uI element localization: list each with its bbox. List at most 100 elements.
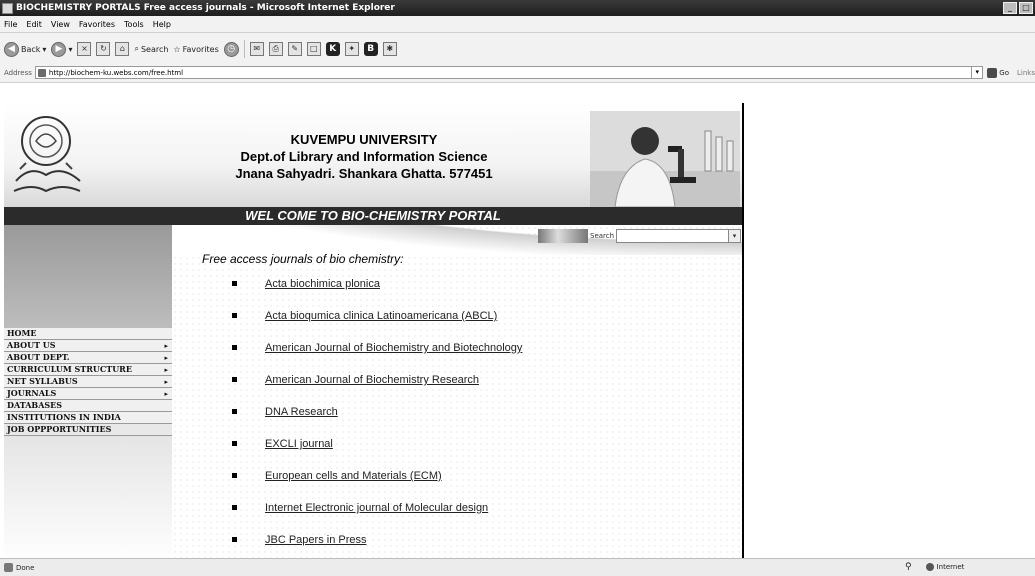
forward-button[interactable]: ▶ ▾ <box>51 41 73 57</box>
list-item: EXCLI journal <box>232 435 732 467</box>
department-name: Dept.of Library and Information Science <box>240 149 488 164</box>
page-header: KUVEMPU UNIVERSITY Dept.of Library and I… <box>4 103 742 207</box>
sidebar-item-journals[interactable]: JOURNALS ▸ <box>4 388 172 400</box>
edit-icon[interactable]: ✎ <box>287 42 302 56</box>
sidebar-item-label: CURRICULUM STRUCTURE <box>7 364 132 374</box>
sidebar-item-about-us[interactable]: ABOUT US ▸ <box>4 340 172 352</box>
search-select[interactable]: ▾ <box>616 229 742 243</box>
chevron-down-icon: ▾ <box>42 44 47 54</box>
journal-link[interactable]: DNA Research <box>265 406 338 418</box>
journal-link[interactable]: American Journal of Biochemistry and Bio… <box>265 342 522 354</box>
stop-icon[interactable]: × <box>77 42 92 56</box>
go-arrow-icon <box>987 67 998 78</box>
favorites-button[interactable]: ☆ Favorites <box>173 45 218 54</box>
minimize-button[interactable]: _ <box>1003 2 1017 14</box>
page-viewport: KUVEMPU UNIVERSITY Dept.of Library and I… <box>0 83 1035 558</box>
bullet-icon <box>232 377 237 382</box>
journal-link[interactable]: European cells and Materials (ECM) <box>265 470 442 482</box>
journal-link[interactable]: Internet Electronic journal of Molecular… <box>265 502 488 514</box>
refresh-icon[interactable]: ↻ <box>96 42 111 56</box>
address-bar: Address http://biochem-ku.webs.com/free.… <box>0 63 1035 82</box>
submenu-arrow-icon: ▸ <box>164 389 168 398</box>
bullet-icon <box>232 473 237 478</box>
messenger-icon[interactable]: ✦ <box>344 42 359 56</box>
discuss-icon[interactable]: □ <box>306 42 321 56</box>
scientist-microscope-image <box>590 111 740 207</box>
k-addon-icon[interactable]: K <box>325 42 340 56</box>
sidebar-item-curriculum-structure[interactable]: CURRICULUM STRUCTURE ▸ <box>4 364 172 376</box>
toolbar-separator <box>243 40 245 58</box>
window-title: BIOCHEMISTRY PORTALS Free access journal… <box>16 3 395 13</box>
menu-file[interactable]: File <box>4 20 17 29</box>
submenu-arrow-icon: ▸ <box>164 341 168 350</box>
back-label: Back <box>21 44 41 54</box>
search-button[interactable]: ⌕ Search <box>134 44 168 54</box>
university-title-block: KUVEMPU UNIVERSITY Dept.of Library and I… <box>194 131 534 182</box>
print-icon[interactable]: ⎙ <box>268 42 283 56</box>
list-item: DNA Research <box>232 403 732 435</box>
chevron-down-icon[interactable]: ▾ <box>971 67 982 78</box>
history-icon[interactable]: ◷ <box>223 41 239 57</box>
menu-favorites[interactable]: Favorites <box>79 20 115 29</box>
journal-link[interactable]: Acta bioqumica clinica Latinoamericana (… <box>265 310 497 322</box>
bullet-icon <box>232 313 237 318</box>
chevron-down-icon[interactable]: ▾ <box>728 230 741 242</box>
star-icon: ☆ <box>173 44 181 54</box>
menu-tools[interactable]: Tools <box>124 20 144 29</box>
address-input[interactable]: http://biochem-ku.webs.com/free.html ▾ <box>34 66 984 79</box>
list-item: European cells and Materials (ECM) <box>232 467 732 499</box>
bullet-icon <box>232 537 237 542</box>
magnifier-icon: ⌕ <box>134 44 139 53</box>
main-content: Search ▾ Free access journals of bio che… <box>172 225 742 558</box>
journal-link[interactable]: EXCLI journal <box>265 438 333 450</box>
sidebar-item-net-syllabus[interactable]: NET SYLLABUS ▸ <box>4 376 172 388</box>
sidebar-item-label: NET SYLLABUS <box>7 376 78 386</box>
sidebar-item-label: ABOUT US <box>7 340 56 350</box>
home-icon[interactable]: ⌂ <box>115 42 130 56</box>
bullet-icon <box>232 281 237 286</box>
sidebar-item-job-opportunities[interactable]: JOB OPPPORTUNITIES <box>4 424 172 436</box>
status-bar: Done ⚲ Internet <box>0 558 1035 576</box>
chevron-down-icon: ▾ <box>68 44 73 54</box>
b-addon-icon[interactable]: B <box>363 42 378 56</box>
sidebar-item-label: JOURNALS <box>7 388 57 398</box>
menu-edit[interactable]: Edit <box>26 20 42 29</box>
go-label: Go <box>999 68 1010 77</box>
journal-link[interactable]: Acta biochimica plonica <box>265 278 380 290</box>
sidebar-nav: HOME ABOUT US ▸ ABOUT DEPT. ▸ CURRICULUM… <box>4 328 172 436</box>
search-label: Search <box>590 232 615 240</box>
list-item: Internet Electronic journal of Molecular… <box>232 499 732 531</box>
sidebar-item-label: HOME <box>7 328 37 338</box>
status-text: Done <box>16 563 35 572</box>
status-done: Done <box>4 563 34 572</box>
research-icon[interactable]: ✱ <box>382 42 397 56</box>
page-done-icon <box>4 563 13 572</box>
window-titlebar: BIOCHEMISTRY PORTALS Free access journal… <box>0 0 1035 16</box>
journal-list: Acta biochimica plonica Acta bioqumica c… <box>232 275 732 558</box>
menu-help[interactable]: Help <box>153 20 171 29</box>
journal-link[interactable]: American Journal of Biochemistry Researc… <box>265 374 479 386</box>
sidebar-item-label: JOB OPPPORTUNITIES <box>7 424 112 434</box>
maximize-button[interactable]: □ <box>1019 2 1033 14</box>
bullet-icon <box>232 441 237 446</box>
welcome-banner: WEL COME TO BIO-CHEMISTRY PORTAL <box>4 207 742 225</box>
submenu-arrow-icon: ▸ <box>164 377 168 386</box>
menu-view[interactable]: View <box>51 20 70 29</box>
links-button[interactable]: Links <box>1017 69 1035 77</box>
sidebar-item-databases[interactable]: DATABASES <box>4 400 172 412</box>
page-icon <box>37 68 46 77</box>
university-address: Jnana Sahyadri. Shankara Ghatta. 577451 <box>235 166 493 181</box>
sidebar: HOME ABOUT US ▸ ABOUT DEPT. ▸ CURRICULUM… <box>4 225 172 558</box>
list-item: American Journal of Biochemistry Researc… <box>232 371 732 403</box>
sidebar-item-home[interactable]: HOME <box>4 328 172 340</box>
search-button-label: Search <box>140 44 169 54</box>
sidebar-item-institutions[interactable]: INSTITUTIONS IN INDIA <box>4 412 172 424</box>
search-graphic-icon <box>538 229 588 243</box>
bullet-icon <box>232 505 237 510</box>
sidebar-item-about-dept[interactable]: ABOUT DEPT. ▸ <box>4 352 172 364</box>
back-button[interactable]: ◀ Back ▾ <box>4 41 47 57</box>
go-button[interactable]: Go <box>987 67 1010 78</box>
journal-link[interactable]: JBC Papers in Press <box>265 534 366 546</box>
zone-label: Internet <box>936 563 965 571</box>
mail-icon[interactable]: ✉ <box>249 42 264 56</box>
